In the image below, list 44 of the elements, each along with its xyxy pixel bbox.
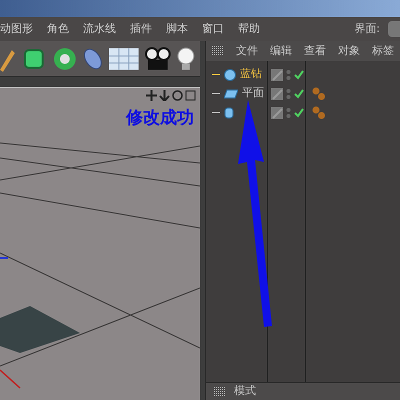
checkmark-icon[interactable] [294, 70, 304, 80]
light-bulb-icon[interactable] [176, 46, 196, 72]
menu-item[interactable]: 编辑 [270, 42, 292, 60]
attributes-tab[interactable]: 模式 [234, 383, 256, 400]
layer-icon[interactable] [271, 106, 283, 118]
object-row[interactable]: 平面 [206, 84, 267, 103]
menu-item[interactable]: 查看 [304, 42, 326, 60]
plane-icon [224, 88, 238, 98]
sphere-icon [224, 68, 236, 80]
annotation-text: 修改成功 [126, 107, 194, 130]
checkmark-icon[interactable] [294, 88, 304, 98]
move-icon[interactable] [146, 90, 157, 101]
layer-icon[interactable] [271, 68, 283, 80]
material-icon[interactable] [312, 86, 326, 100]
camera-icon[interactable] [144, 46, 172, 70]
menu-item[interactable]: 帮助 [238, 20, 260, 38]
menu-item[interactable]: 窗口 [202, 20, 224, 38]
object-row[interactable]: 蓝钻 [206, 65, 267, 84]
floor-icon[interactable] [108, 48, 139, 70]
layer-icon[interactable] [271, 88, 283, 100]
flower-icon[interactable] [52, 46, 78, 72]
material-icon[interactable] [312, 106, 326, 120]
menu-item[interactable]: 插件 [130, 20, 152, 38]
layout-dropdown[interactable] [388, 21, 400, 37]
object-name: 蓝钻 [240, 66, 262, 82]
grip-icon[interactable] [214, 386, 226, 396]
rotate-icon[interactable] [172, 90, 183, 101]
menu-item[interactable]: 文件 [236, 42, 258, 60]
menu-item[interactable]: 角色 [47, 20, 69, 38]
object-name: 平面 [242, 85, 264, 102]
grip-icon[interactable] [212, 46, 224, 56]
maximize-icon[interactable] [185, 90, 196, 101]
menu-item[interactable]: 流水线 [83, 20, 116, 38]
checkmark-icon[interactable] [294, 108, 304, 118]
visibility-dots-icon[interactable] [286, 106, 291, 118]
menu-item[interactable]: 脚本 [166, 20, 188, 38]
arrow-down-icon[interactable] [159, 90, 170, 101]
visibility-dots-icon[interactable] [286, 68, 291, 80]
cylinder-icon [224, 106, 234, 118]
menu-item[interactable]: 动图形 [0, 20, 33, 38]
layout-label: 界面: [354, 20, 380, 37]
menu-item[interactable]: 标签 [372, 42, 394, 60]
menu-item[interactable]: 对象 [338, 42, 360, 60]
visibility-dots-icon[interactable] [286, 88, 291, 100]
